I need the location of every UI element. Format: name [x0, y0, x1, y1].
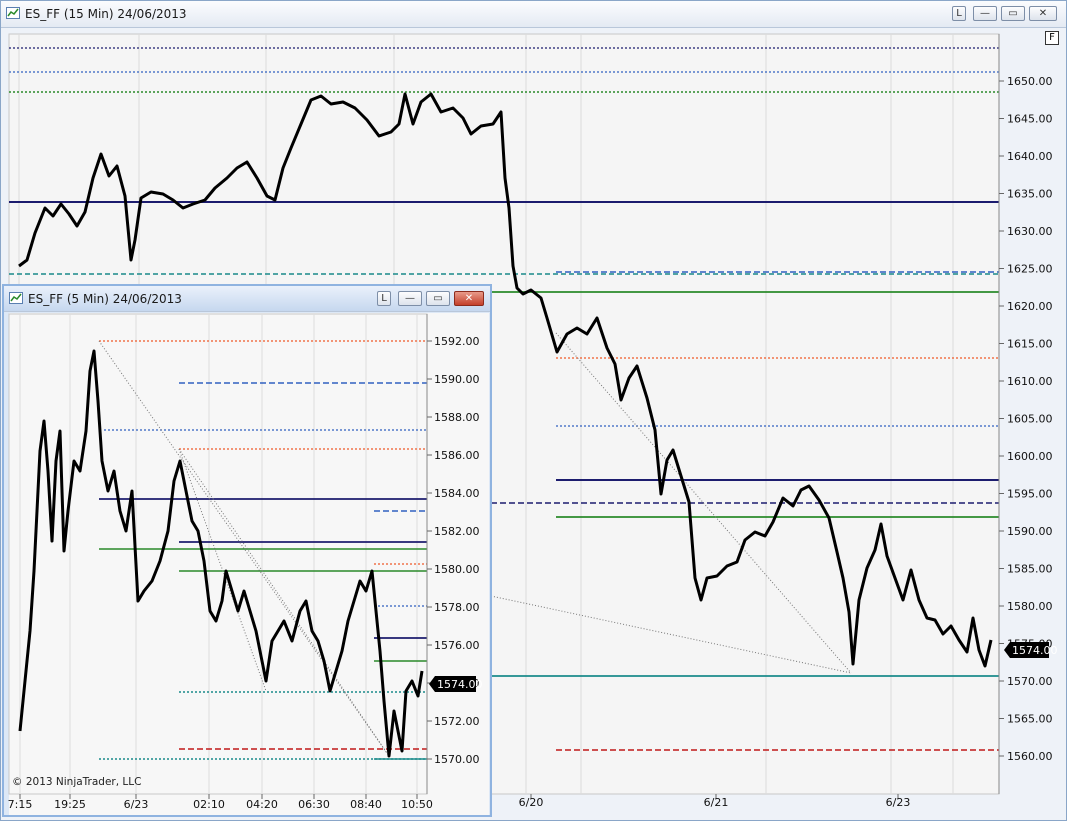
price-tick-label: 1570.00: [434, 753, 480, 766]
price-tick-label: 1590.00: [1007, 525, 1053, 538]
link-button[interactable]: L: [377, 291, 391, 306]
price-tick-label: 1595.00: [1007, 488, 1053, 501]
time-tick-label: 6/21: [704, 796, 729, 809]
main-window-titlebar[interactable]: ES_FF (15 Min) 24/06/2013 L — ▭ ✕: [1, 1, 1066, 28]
inset-window-title: ES_FF (5 Min) 24/06/2013: [28, 292, 182, 306]
main-last-price-label: 1574.00: [1012, 644, 1058, 657]
price-tick-label: 1580.00: [434, 563, 480, 576]
price-tick-label: 1610.00: [1007, 375, 1053, 388]
flag-button[interactable]: F: [1045, 31, 1059, 45]
price-tick-label: 1625.00: [1007, 263, 1053, 276]
price-tick-label: 1560.00: [1007, 750, 1053, 763]
time-tick-label: 06:30: [298, 798, 330, 811]
price-tick-label: 1588.00: [434, 411, 480, 424]
restore-button[interactable]: ▭: [426, 291, 450, 306]
restore-button[interactable]: ▭: [1001, 6, 1025, 21]
time-tick-label: 19:25: [54, 798, 86, 811]
price-tick-label: 1582.00: [434, 525, 480, 538]
main-window-title: ES_FF (15 Min) 24/06/2013: [25, 7, 187, 21]
chart-app-icon: [6, 7, 20, 19]
time-tick-label: 6/23: [886, 796, 911, 809]
price-tick-label: 1635.00: [1007, 188, 1053, 201]
time-tick-label: 7:15: [8, 798, 33, 811]
time-tick-label: 08:40: [350, 798, 382, 811]
close-button[interactable]: ✕: [454, 291, 484, 306]
time-tick-label: 6/20: [519, 796, 544, 809]
price-tick-label: 1570.00: [1007, 675, 1053, 688]
inset-window-titlebar[interactable]: ES_FF (5 Min) 24/06/2013 L — ▭ ✕: [4, 286, 490, 312]
main-last-price-marker: 1574.00: [1004, 642, 1058, 658]
price-tick-label: 1640.00: [1007, 150, 1053, 163]
inset-chart-window: ES_FF (5 Min) 24/06/2013 L — ▭ ✕ 1592.00…: [2, 284, 492, 817]
price-tick-label: 1600.00: [1007, 450, 1053, 463]
time-tick-label: 04:20: [246, 798, 278, 811]
price-tick-label: 1580.00: [1007, 600, 1053, 613]
price-tick-label: 1584.00: [434, 487, 480, 500]
price-tick-label: 1615.00: [1007, 338, 1053, 351]
price-tick-label: 1645.00: [1007, 113, 1053, 126]
time-tick-label: 6/23: [124, 798, 149, 811]
price-tick-label: 1630.00: [1007, 225, 1053, 238]
price-tick-label: 1592.00: [434, 335, 480, 348]
price-tick-label: 1578.00: [434, 601, 480, 614]
chart-app-icon: [9, 292, 23, 304]
price-tick-label: 1572.00: [434, 715, 480, 728]
price-tick-label: 1565.00: [1007, 713, 1053, 726]
inset-price-chart[interactable]: 1592.00 1590.00 1588.00 1586.00 1584.00 1582.…: [4, 311, 490, 815]
time-tick-label: 02:10: [193, 798, 225, 811]
price-tick-label: 1605.00: [1007, 413, 1053, 426]
minimize-button[interactable]: —: [398, 291, 422, 306]
price-tick-label: 1650.00: [1007, 75, 1053, 88]
price-tick-label: 1620.00: [1007, 300, 1053, 313]
close-button[interactable]: ✕: [1029, 6, 1057, 21]
minimize-button[interactable]: —: [973, 6, 997, 21]
link-button[interactable]: L: [952, 6, 966, 21]
inset-last-price-marker: 1574.00: [429, 676, 483, 692]
price-tick-label: 1576.00: [434, 639, 480, 652]
time-tick-label: 10:50: [401, 798, 433, 811]
price-tick-label: 1585.00: [1007, 563, 1053, 576]
inset-last-price-label: 1574.00: [437, 678, 483, 691]
price-tick-label: 1590.00: [434, 373, 480, 386]
price-tick-label: 1586.00: [434, 449, 480, 462]
copyright-label: © 2013 NinjaTrader, LLC: [12, 776, 141, 788]
